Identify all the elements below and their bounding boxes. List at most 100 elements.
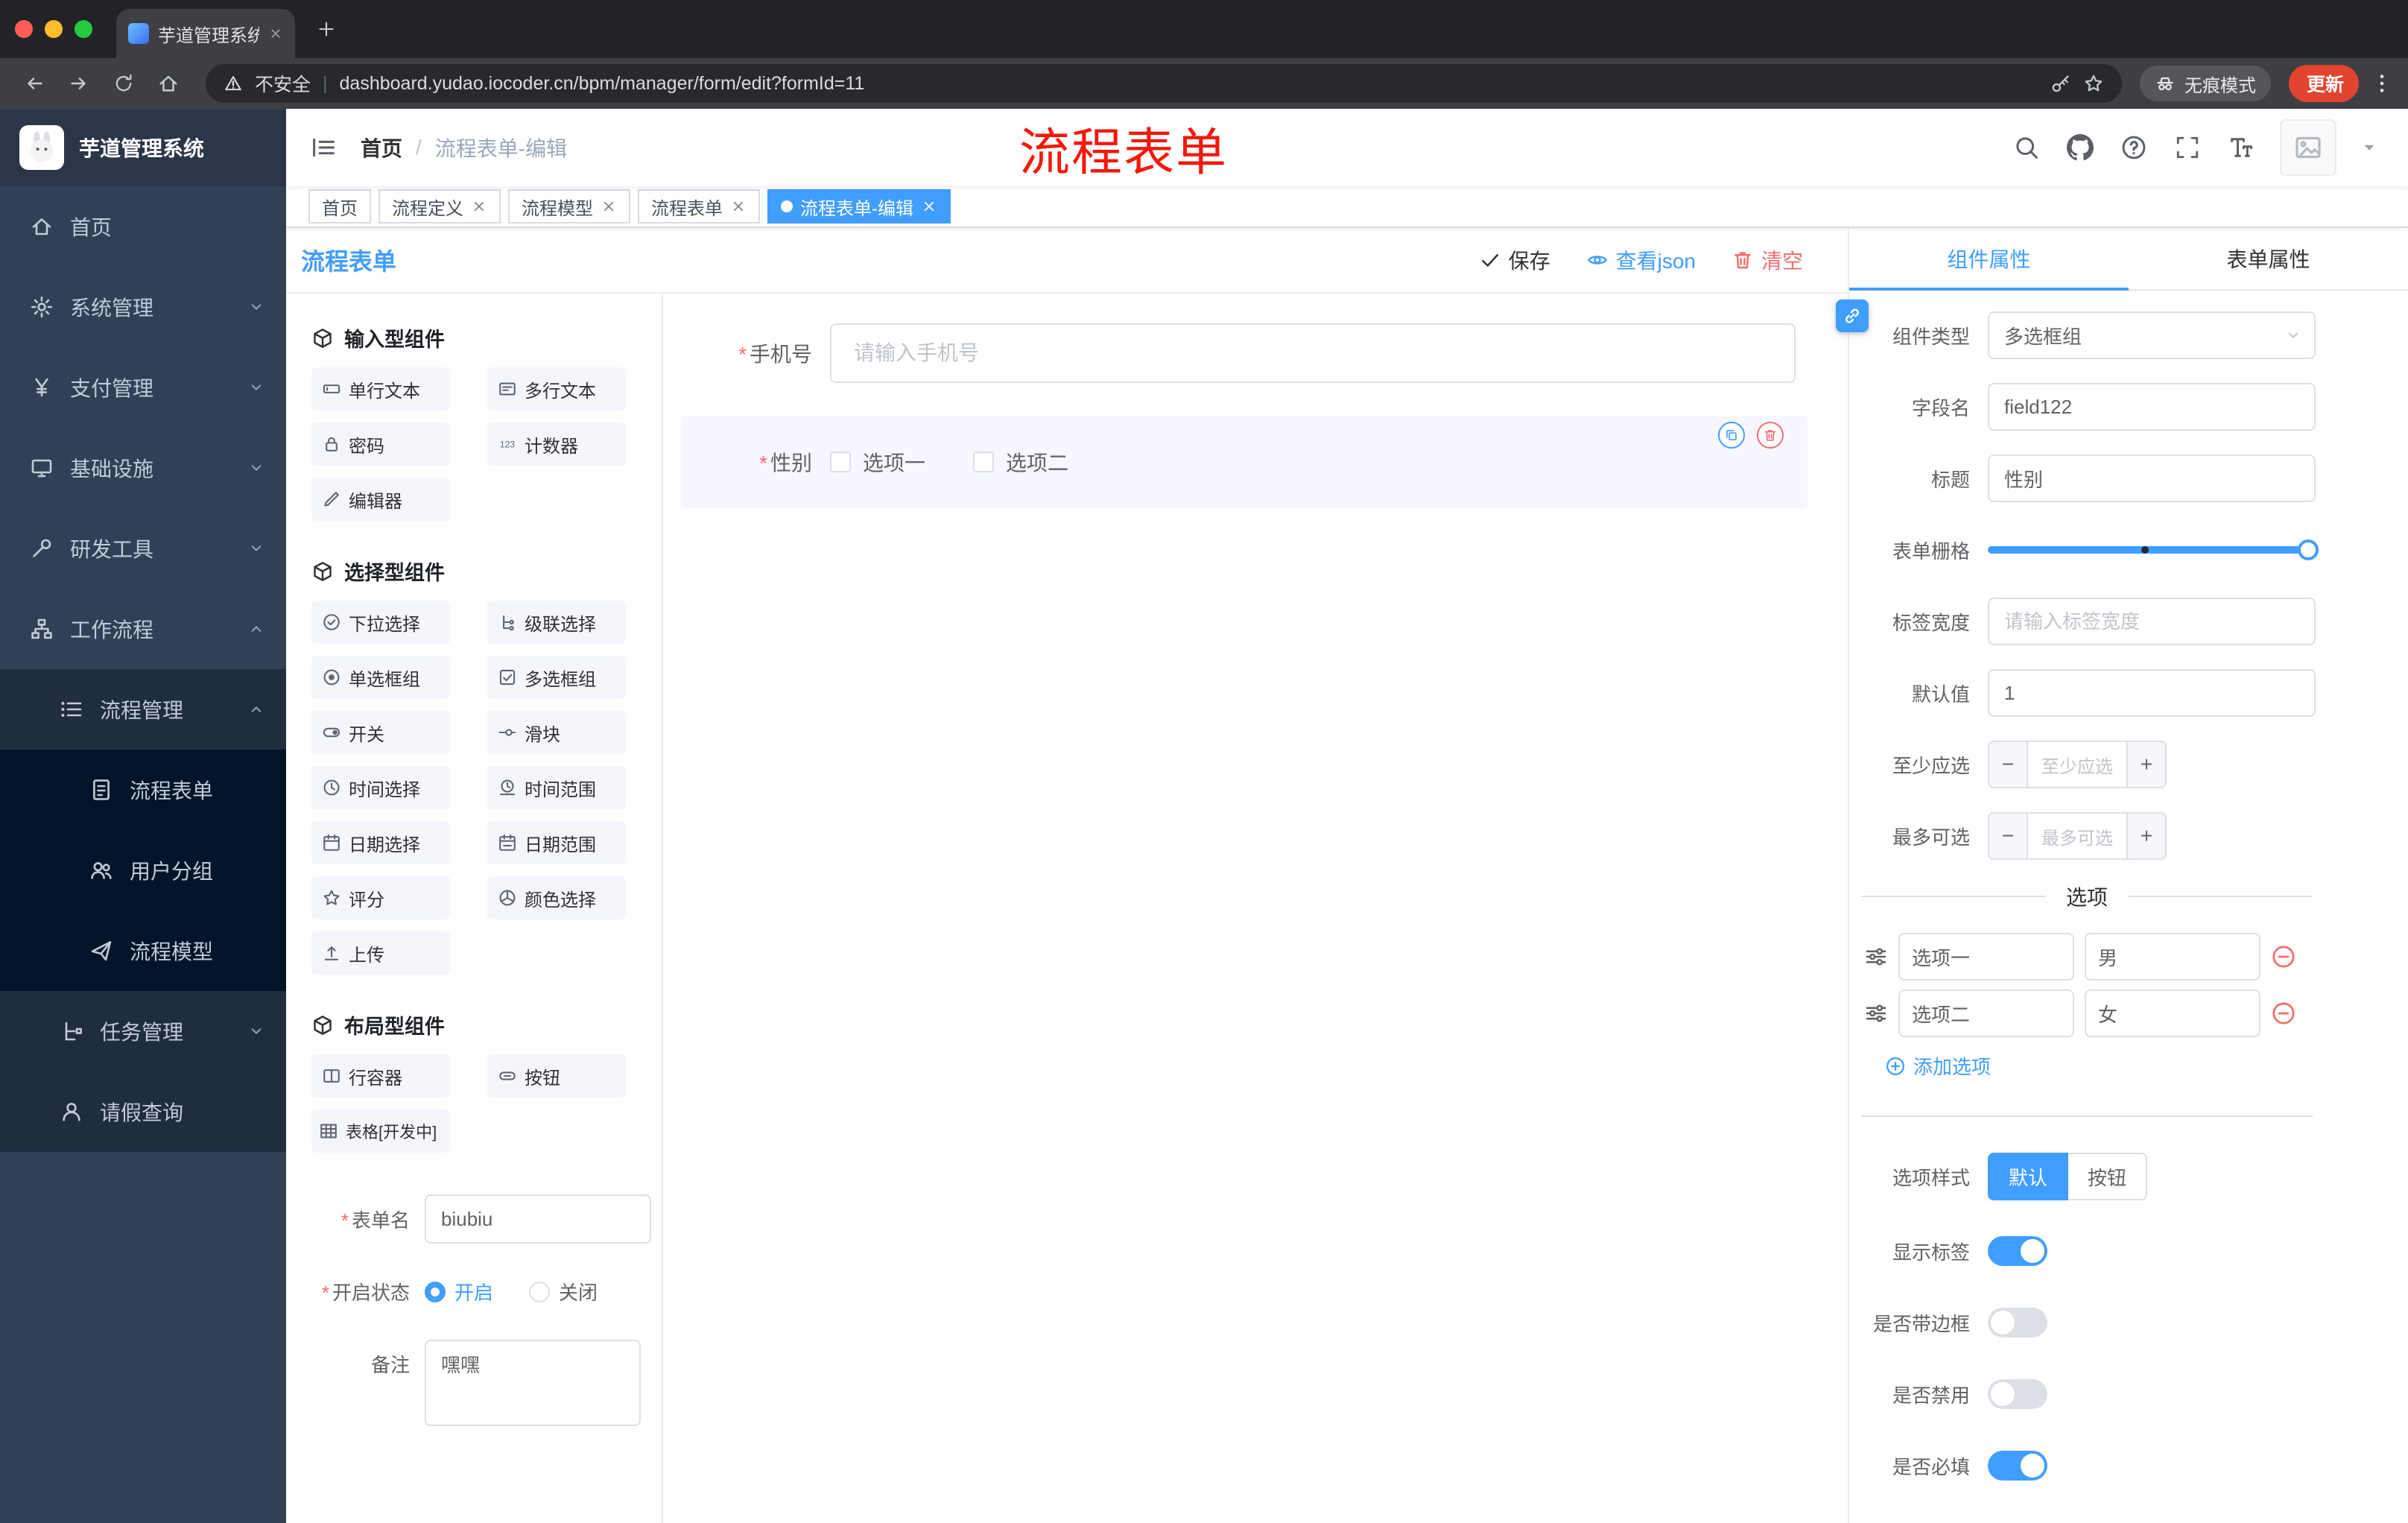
sidebar-item-leave-query[interactable]: 请假查询 [0,1071,286,1152]
drag-handle-icon[interactable] [1864,945,1888,969]
tab-component-props[interactable]: 组件属性 [1849,228,2129,291]
security-label[interactable]: 不安全 [255,70,311,97]
component-select[interactable]: 下拉选择 [311,601,450,644]
browser-home-button[interactable] [149,64,188,103]
slider-track[interactable] [1988,546,2316,554]
border-switch[interactable] [1988,1308,2047,1337]
save-button[interactable]: 保存 [1479,245,1550,275]
add-option-button[interactable]: 添加选项 [1885,1052,2408,1080]
browser-back-button[interactable] [15,64,54,103]
component-upload[interactable]: 上传 [311,931,450,975]
font-size-button[interactable] [2226,133,2256,162]
tag-process-definition[interactable]: 流程定义 [378,189,501,224]
increase-button[interactable]: + [2126,742,2165,787]
remove-option-button[interactable] [2271,944,2296,969]
component-slider[interactable]: 滑块 [487,711,626,754]
component-table-wip[interactable]: 表格[开发中] [311,1109,450,1153]
component-time-picker[interactable]: 时间选择 [311,766,450,809]
form-name-input[interactable] [425,1194,651,1244]
gender-checkbox-option2[interactable]: 选项二 [973,447,1068,477]
avatar-caret-icon[interactable] [2360,139,2378,156]
delete-field-button[interactable] [1757,422,1784,449]
view-json-button[interactable]: 查看json [1586,245,1696,275]
option2-value-input[interactable] [2085,990,2260,1037]
component-multi-line-text[interactable]: 多行文本 [487,367,626,411]
grid-slider[interactable] [1988,526,2319,574]
remove-option-button[interactable] [2271,1001,2296,1026]
decrease-button[interactable]: − [1989,742,2028,787]
style-default-button[interactable]: 默认 [1988,1153,2069,1200]
bookmark-star-icon[interactable] [2083,73,2104,94]
address-bar[interactable]: 不安全 | dashboard.yudao.iocoder.cn/bpm/man… [206,64,2122,103]
window-zoom-button[interactable] [75,20,92,38]
component-color-picker[interactable]: 颜色选择 [487,876,626,919]
sidebar-toggle-button[interactable] [286,109,361,186]
component-counter[interactable]: 计数器 [487,422,626,466]
browser-reload-button[interactable] [104,64,143,103]
component-password[interactable]: 密码 [311,422,450,466]
component-switch[interactable]: 开关 [311,711,450,754]
min-count-placeholder[interactable]: 至少应选 [2028,742,2126,787]
required-switch[interactable] [1988,1451,2047,1481]
canvas-field-phone[interactable]: * 手机号 [681,323,1796,383]
component-type-select[interactable]: 多选框组 [1988,311,2316,359]
sidebar-item-workflow[interactable]: 工作流程 [0,589,286,669]
component-date-picker[interactable]: 日期选择 [311,821,450,864]
sidebar-item-system[interactable]: 系统管理 [0,267,286,347]
disabled-switch[interactable] [1988,1379,2047,1409]
sidebar-item-user-group[interactable]: 用户分组 [0,830,286,911]
tab-form-props[interactable]: 表单属性 [2129,228,2408,289]
sidebar-item-process-management[interactable]: 流程管理 [0,669,286,750]
decrease-button[interactable]: − [1989,814,2028,858]
form-remark-textarea[interactable]: 嘿嘿 [425,1340,641,1426]
status-radio-off[interactable]: 关闭 [529,1278,598,1305]
link-chip[interactable] [1836,300,1869,332]
slider-handle[interactable] [2298,539,2319,560]
sidebar-item-process-model[interactable]: 流程模型 [0,911,286,991]
tag-process-model[interactable]: 流程模型 [508,189,630,224]
new-tab-button[interactable] [307,10,346,48]
increase-button[interactable]: + [2126,814,2165,858]
help-button[interactable] [2119,133,2149,162]
sidebar-item-process-form[interactable]: 流程表单 [0,750,286,830]
default-value-input[interactable] [1988,669,2316,717]
label-width-input[interactable] [1988,598,2316,645]
tag-close-icon[interactable] [601,198,617,215]
tag-close-icon[interactable] [921,198,937,215]
component-radio-group[interactable]: 单选框组 [311,656,450,699]
form-canvas[interactable]: *手机号 *性别 选项一 选项二 [663,294,1848,1523]
github-button[interactable] [2065,133,2095,162]
option2-label-input[interactable] [1898,990,2074,1037]
component-checkbox-group[interactable]: 多选框组 [487,656,626,699]
browser-forward-button[interactable] [60,64,98,103]
sidebar-item-infrastructure[interactable]: 基础设施 [0,428,286,508]
tag-home[interactable]: 首页 [308,189,371,224]
password-key-icon[interactable] [2050,73,2071,94]
sidebar-item-home[interactable]: 首页 [0,186,286,267]
browser-update-button[interactable]: 更新 [2288,65,2359,102]
component-time-range[interactable]: 时间范围 [487,766,626,809]
sidebar-item-devtools[interactable]: 研发工具 [0,508,286,589]
sidebar-item-task-management[interactable]: 任务管理 [0,991,286,1071]
style-button-button[interactable]: 按钮 [2068,1153,2148,1200]
component-date-range[interactable]: 日期范围 [487,821,626,864]
window-minimize-button[interactable] [45,20,63,38]
browser-tab[interactable]: 芋道管理系统 [116,9,295,58]
browser-menu-icon[interactable] [2371,72,2393,95]
component-single-line-text[interactable]: 单行文本 [311,367,450,411]
tag-process-form-edit[interactable]: 流程表单-编辑 [767,189,951,224]
tag-close-icon[interactable] [471,198,487,215]
field-name-input[interactable] [1988,383,2316,431]
show-label-switch[interactable] [1988,1236,2047,1266]
phone-input[interactable] [830,323,1796,383]
fullscreen-button[interactable] [2173,133,2202,162]
user-avatar[interactable] [2280,119,2336,176]
window-close-button[interactable] [15,20,33,38]
component-editor[interactable]: 编辑器 [311,478,450,521]
app-logo[interactable]: 芋道管理系统 [0,109,286,186]
component-row-container[interactable]: 行容器 [311,1054,450,1098]
drag-handle-icon[interactable] [1864,1001,1888,1025]
breadcrumb-home[interactable]: 首页 [361,133,402,162]
tag-close-icon[interactable] [730,198,747,215]
tag-process-form[interactable]: 流程表单 [638,189,760,224]
